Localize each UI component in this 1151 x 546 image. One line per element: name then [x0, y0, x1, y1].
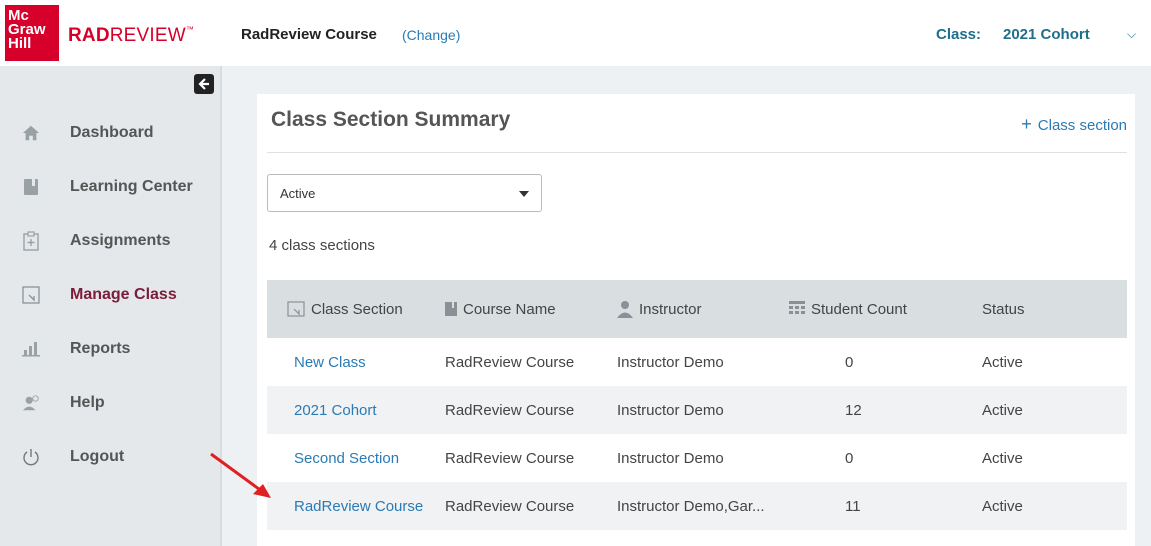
- course-name-cell: RadReview Course: [445, 353, 575, 371]
- column-header-label: Instructor: [639, 300, 702, 318]
- student-count-cell: 12: [845, 401, 862, 419]
- sidebar-item-help[interactable]: Help: [0, 383, 222, 423]
- divider: [267, 152, 1127, 153]
- table-row: RadReview Course RadReview Course Instru…: [267, 482, 1127, 530]
- manage-class-icon: [22, 286, 40, 304]
- instructor-cell: Instructor Demo: [617, 353, 724, 371]
- column-header-class-section[interactable]: Class Section: [287, 301, 403, 318]
- table-row: New Class RadReview Course Instructor De…: [267, 338, 1127, 386]
- sidebar-item-label: Assignments: [70, 232, 171, 249]
- sidebar-item-assignments[interactable]: Assignments: [0, 221, 222, 261]
- mcgraw-hill-logo[interactable]: Mc Graw Hill: [5, 5, 59, 61]
- class-section-link[interactable]: RadReview Course: [294, 498, 423, 515]
- class-selector[interactable]: 2021 Cohort: [1003, 26, 1090, 43]
- sidebar-item-label: Help: [70, 394, 105, 411]
- add-class-section-button[interactable]: + Class section: [1021, 114, 1127, 135]
- class-section-link[interactable]: 2021 Cohort: [294, 402, 377, 419]
- change-course-link[interactable]: (Change): [402, 27, 460, 43]
- manage-class-icon: [287, 301, 305, 317]
- book-icon: [22, 178, 40, 196]
- sidebar-item-reports[interactable]: Reports: [0, 329, 222, 369]
- caret-down-icon: [519, 191, 529, 197]
- annotation-arrow-icon: [210, 452, 271, 498]
- table-row: Second Section RadReview Course Instruct…: [267, 434, 1127, 482]
- book-icon: [445, 302, 457, 316]
- table-row: 2021 Cohort RadReview Course Instructor …: [267, 386, 1127, 434]
- instructor-cell: Instructor Demo: [617, 449, 724, 467]
- sidebar-item-label: Learning Center: [70, 178, 193, 195]
- column-header-status[interactable]: Status: [982, 301, 1025, 318]
- power-icon: [22, 448, 40, 466]
- column-header-label: Class Section: [311, 300, 403, 318]
- column-header-label: Status: [982, 300, 1025, 318]
- class-section-link[interactable]: New Class: [294, 354, 366, 371]
- radreview-logo[interactable]: RADREVIEW™: [68, 25, 194, 47]
- sidebar-item-label: Manage Class: [70, 286, 177, 303]
- status-cell: Active: [982, 449, 1023, 467]
- instructor-cell: Instructor Demo,Gar...: [617, 497, 765, 515]
- plus-icon: +: [1021, 114, 1032, 134]
- student-count-cell: 11: [845, 497, 861, 515]
- status-filter-select[interactable]: Active: [267, 174, 542, 212]
- sidebar-item-dashboard[interactable]: Dashboard: [0, 113, 222, 153]
- class-sections-table: Class Section Course Name Instructor Stu…: [267, 280, 1127, 530]
- help-user-icon: [22, 394, 40, 412]
- status-cell: Active: [982, 497, 1023, 515]
- brand-review: REVIEW: [109, 25, 186, 46]
- sidebar-item-label: Dashboard: [70, 124, 154, 141]
- grid-icon: [789, 301, 805, 317]
- brand-rad: RAD: [68, 25, 110, 46]
- collapse-sidebar-button[interactable]: [194, 74, 214, 94]
- status-cell: Active: [982, 401, 1023, 419]
- course-title: RadReview Course: [241, 26, 377, 43]
- sidebar-item-logout[interactable]: Logout: [0, 437, 222, 477]
- class-section-link[interactable]: Second Section: [294, 450, 399, 467]
- status-cell: Active: [982, 353, 1023, 371]
- logo-line-3: Hill: [8, 35, 32, 52]
- instructor-cell: Instructor Demo: [617, 401, 724, 419]
- table-header: Class Section Course Name Instructor Stu…: [267, 280, 1127, 338]
- section-count: 4 class sections: [269, 237, 375, 254]
- status-filter-value: Active: [280, 185, 316, 201]
- student-count-cell: 0: [845, 449, 854, 467]
- top-header: Mc Graw Hill RADREVIEW™ RadReview Course…: [0, 0, 1151, 66]
- arrow-left-icon: [198, 78, 209, 90]
- brand-tm: ™: [185, 25, 195, 34]
- column-header-instructor[interactable]: Instructor: [617, 300, 702, 318]
- home-icon: [22, 124, 40, 142]
- course-name-cell: RadReview Course: [445, 497, 575, 515]
- sidebar-item-learning-center[interactable]: Learning Center: [0, 167, 222, 207]
- bar-chart-icon: [22, 340, 40, 358]
- class-label: Class:: [936, 26, 982, 43]
- column-header-label: Student Count: [811, 300, 907, 318]
- page-title: Class Section Summary: [271, 108, 511, 131]
- course-name-cell: RadReview Course: [445, 449, 575, 467]
- sidebar-item-label: Reports: [70, 340, 131, 357]
- course-name-cell: RadReview Course: [445, 401, 575, 419]
- chevron-down-icon[interactable]: ⌵: [1127, 27, 1136, 42]
- column-header-course-name[interactable]: Course Name: [445, 301, 556, 318]
- sidebar-item-label: Logout: [70, 448, 125, 465]
- clipboard-plus-icon: [22, 231, 40, 251]
- student-count-cell: 0: [845, 353, 854, 371]
- class-section-summary-card: Class Section Summary + Class section Act…: [257, 94, 1135, 546]
- column-header-label: Course Name: [463, 300, 556, 318]
- column-header-student-count[interactable]: Student Count: [789, 301, 907, 318]
- sidebar-item-manage-class[interactable]: Manage Class: [0, 275, 222, 315]
- sidebar: Dashboard Learning Center Assignments Ma…: [0, 66, 222, 546]
- add-class-section-label: Class section: [1037, 117, 1127, 134]
- user-icon: [617, 300, 633, 318]
